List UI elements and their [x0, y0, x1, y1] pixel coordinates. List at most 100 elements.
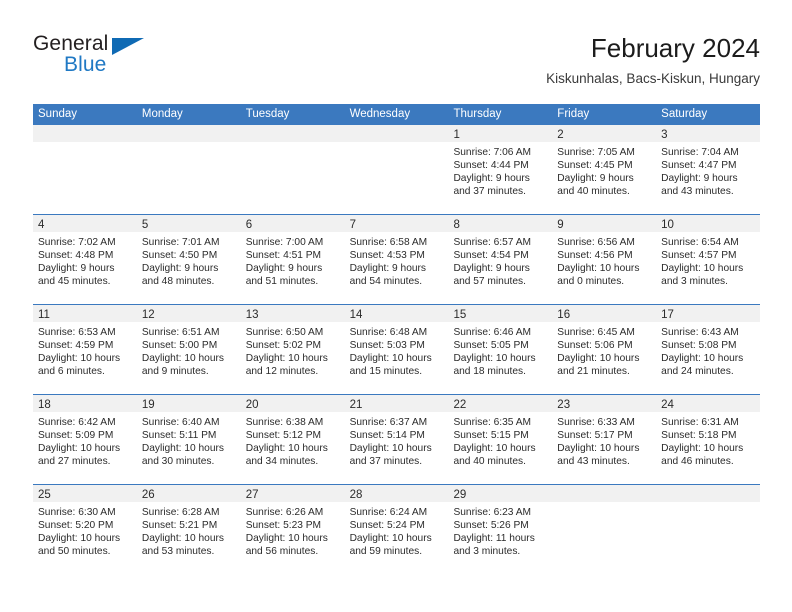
- day-detail-line: Sunset: 5:02 PM: [245, 340, 322, 352]
- calendar-day-cell[interactable]: 12 Sunrise: 6:51 AM Sunset: 5:00 PM Dayligh…: [136, 305, 241, 394]
- calendar-day-cell[interactable]: 24 Sunrise: 6:31 AM Sunset: 5:18 PM Dayligh…: [656, 395, 761, 484]
- calendar-week-row: 18 Sunrise: 6:42 AM Sunset: 5:09 PM Dayligh…: [33, 394, 761, 484]
- day-number-band: 28: [344, 485, 449, 502]
- day-detail-line: Sunrise: 6:53 AM: [38, 327, 116, 338]
- calendar-day-cell[interactable]: 1 Sunrise: 7:06 AM Sunset: 4:44 PM Daylight…: [448, 125, 553, 214]
- day-detail-line: Sunrise: 7:02 AM: [38, 237, 116, 248]
- calendar-day-cell[interactable]: 6 Sunrise: 7:00 AM Sunset: 4:51 PM Daylight…: [240, 215, 345, 304]
- day-detail-line: Daylight: 10 hours: [661, 443, 744, 455]
- day-detail-line: and 24 minutes.: [661, 366, 734, 378]
- day-detail-line: Sunrise: 6:50 AM: [245, 327, 324, 338]
- day-detail-line: Sunset: 5:14 PM: [349, 430, 425, 442]
- calendar-day-cell[interactable]: 17 Sunrise: 6:43 AM Sunset: 5:08 PM Dayligh…: [656, 305, 761, 394]
- calendar-day-cell[interactable]: 4 Sunrise: 7:02 AM Sunset: 4:48 PM Daylight…: [33, 215, 137, 304]
- day-detail-line: Sunset: 4:47 PM: [661, 160, 737, 172]
- calendar-day-cell[interactable]: 21 Sunrise: 6:37 AM Sunset: 5:14 PM Dayligh…: [344, 395, 449, 484]
- day-detail-line: Sunrise: 6:56 AM: [557, 237, 635, 248]
- calendar-day-cell[interactable]: 7 Sunrise: 6:58 AM Sunset: 4:53 PM Daylight…: [344, 215, 449, 304]
- calendar-day-cell[interactable]: 9 Sunrise: 6:56 AM Sunset: 4:56 PM Daylight…: [552, 215, 657, 304]
- day-number: 18: [38, 399, 51, 411]
- day-number: 11: [38, 309, 50, 321]
- day-detail-line: Daylight: 10 hours: [557, 263, 640, 275]
- calendar-day-cell[interactable]: 14 Sunrise: 6:48 AM Sunset: 5:03 PM Dayligh…: [344, 305, 449, 394]
- day-detail-line: and 3 minutes.: [453, 546, 521, 558]
- location-subtitle: Kiskunhalas, Bacs-Kiskun, Hungary: [546, 71, 760, 86]
- calendar-day-cell[interactable]: 5 Sunrise: 7:01 AM Sunset: 4:50 PM Daylight…: [136, 215, 241, 304]
- calendar-day-cell[interactable]: 11 Sunrise: 6:53 AM Sunset: 4:59 PM Dayligh…: [33, 305, 137, 394]
- calendar-day-cell[interactable]: 27 Sunrise: 6:26 AM Sunset: 5:23 PM Dayligh…: [240, 485, 345, 574]
- calendar-day-cell[interactable]: 19 Sunrise: 6:40 AM Sunset: 5:11 PM Dayligh…: [136, 395, 241, 484]
- calendar-day-cell[interactable]: 16 Sunrise: 6:45 AM Sunset: 5:06 PM Dayligh…: [552, 305, 657, 394]
- calendar-day-cell[interactable]: 25 Sunrise: 6:30 AM Sunset: 5:20 PM Dayligh…: [33, 485, 137, 574]
- day-detail-line: and 37 minutes.: [453, 186, 526, 198]
- day-detail-line: Sunset: 5:17 PM: [557, 430, 633, 442]
- day-number-band: 3: [656, 125, 761, 142]
- day-details: Sunrise: 6:28 AM Sunset: 5:21 PM Daylight:…: [137, 502, 241, 558]
- calendar-day-cell[interactable]: 29 Sunrise: 6:23 AM Sunset: 5:26 PM Dayligh…: [448, 485, 553, 574]
- calendar-empty-cell: [552, 485, 657, 574]
- day-detail-line: and 3 minutes.: [661, 276, 728, 288]
- day-number-band: 21: [344, 395, 449, 412]
- day-detail-line: and 6 minutes.: [38, 366, 105, 378]
- day-number: 6: [245, 219, 253, 231]
- calendar-day-cell[interactable]: 8 Sunrise: 6:57 AM Sunset: 4:54 PM Daylight…: [448, 215, 553, 304]
- day-detail-line: and 30 minutes.: [141, 456, 215, 468]
- calendar-day-cell[interactable]: 20 Sunrise: 6:38 AM Sunset: 5:12 PM Dayligh…: [240, 395, 345, 484]
- day-detail-line: and 40 minutes.: [453, 456, 526, 468]
- day-detail-line: Daylight: 9 hours: [38, 263, 115, 275]
- day-number-band: [33, 125, 137, 142]
- day-detail-line: and 51 minutes.: [245, 276, 319, 288]
- day-number-band: 24: [656, 395, 761, 412]
- calendar-day-cell[interactable]: 18 Sunrise: 6:42 AM Sunset: 5:09 PM Dayligh…: [33, 395, 137, 484]
- day-number-band: 10: [656, 215, 761, 232]
- calendar-day-cell[interactable]: 2 Sunrise: 7:05 AM Sunset: 4:45 PM Daylight…: [552, 125, 657, 214]
- calendar-week-row: 25 Sunrise: 6:30 AM Sunset: 5:20 PM Dayligh…: [33, 484, 761, 574]
- day-detail-line: Sunset: 5:03 PM: [349, 340, 425, 352]
- day-number-band: [552, 485, 657, 502]
- day-detail-line: and 43 minutes.: [661, 186, 734, 198]
- day-detail-line: Daylight: 10 hours: [661, 353, 744, 365]
- day-detail-line: Sunrise: 6:28 AM: [141, 507, 220, 518]
- day-detail-line: Sunrise: 6:24 AM: [349, 507, 428, 518]
- weekday-header-sunday: Sunday: [38, 108, 78, 120]
- day-details: Sunrise: 6:42 AM Sunset: 5:09 PM Daylight:…: [33, 412, 137, 468]
- day-detail-line: and 27 minutes.: [38, 456, 111, 468]
- day-detail-line: Sunset: 5:12 PM: [245, 430, 322, 442]
- calendar-day-cell[interactable]: 23 Sunrise: 6:33 AM Sunset: 5:17 PM Dayligh…: [552, 395, 657, 484]
- day-detail-line: and 21 minutes.: [557, 366, 630, 378]
- day-detail-line: Sunrise: 6:23 AM: [453, 507, 532, 518]
- day-detail-line: Sunrise: 6:37 AM: [349, 417, 428, 428]
- day-detail-line: Daylight: 10 hours: [453, 353, 536, 365]
- day-detail-line: Daylight: 9 hours: [453, 263, 530, 275]
- day-detail-line: and 9 minutes.: [141, 366, 209, 378]
- day-number-band: 2: [552, 125, 657, 142]
- calendar-day-cell[interactable]: 10 Sunrise: 6:54 AM Sunset: 4:57 PM Dayligh…: [656, 215, 761, 304]
- day-detail-line: Daylight: 9 hours: [349, 263, 427, 275]
- day-detail-line: Daylight: 10 hours: [38, 443, 121, 455]
- calendar-day-cell[interactable]: 13 Sunrise: 6:50 AM Sunset: 5:02 PM Dayligh…: [240, 305, 345, 394]
- calendar-day-cell[interactable]: 15 Sunrise: 6:46 AM Sunset: 5:05 PM Dayligh…: [448, 305, 553, 394]
- calendar-day-cell[interactable]: 28 Sunrise: 6:24 AM Sunset: 5:24 PM Dayligh…: [344, 485, 449, 574]
- day-detail-line: Sunrise: 7:01 AM: [141, 237, 220, 248]
- calendar-empty-cell: [33, 125, 137, 214]
- day-number-band: 14: [344, 305, 449, 322]
- day-number-band: 18: [33, 395, 137, 412]
- day-number-band: 29: [448, 485, 553, 502]
- day-details: Sunrise: 6:37 AM Sunset: 5:14 PM Daylight:…: [345, 412, 449, 468]
- day-details: Sunrise: 6:43 AM Sunset: 5:08 PM Daylight:…: [656, 322, 760, 378]
- day-detail-line: Sunset: 4:44 PM: [453, 160, 529, 172]
- day-number: 8: [453, 219, 460, 231]
- day-detail-line: and 18 minutes.: [453, 366, 526, 378]
- day-details: Sunrise: 6:56 AM Sunset: 4:56 PM Daylight:…: [552, 232, 656, 288]
- day-detail-line: and 48 minutes.: [141, 276, 215, 288]
- weekday-header-monday: Monday: [141, 108, 183, 120]
- day-detail-line: Sunrise: 7:04 AM: [661, 147, 739, 158]
- calendar-day-cell[interactable]: 26 Sunrise: 6:28 AM Sunset: 5:21 PM Dayligh…: [136, 485, 241, 574]
- day-number: 16: [557, 309, 571, 321]
- weekday-header-tuesday: Tuesday: [245, 108, 290, 120]
- day-detail-line: and 34 minutes.: [245, 456, 319, 468]
- day-detail-line: Sunset: 4:57 PM: [661, 250, 737, 262]
- calendar-day-cell[interactable]: 22 Sunrise: 6:35 AM Sunset: 5:15 PM Dayligh…: [448, 395, 553, 484]
- day-number-band: 26: [136, 485, 241, 502]
- calendar-day-cell[interactable]: 3 Sunrise: 7:04 AM Sunset: 4:47 PM Daylight…: [656, 125, 761, 214]
